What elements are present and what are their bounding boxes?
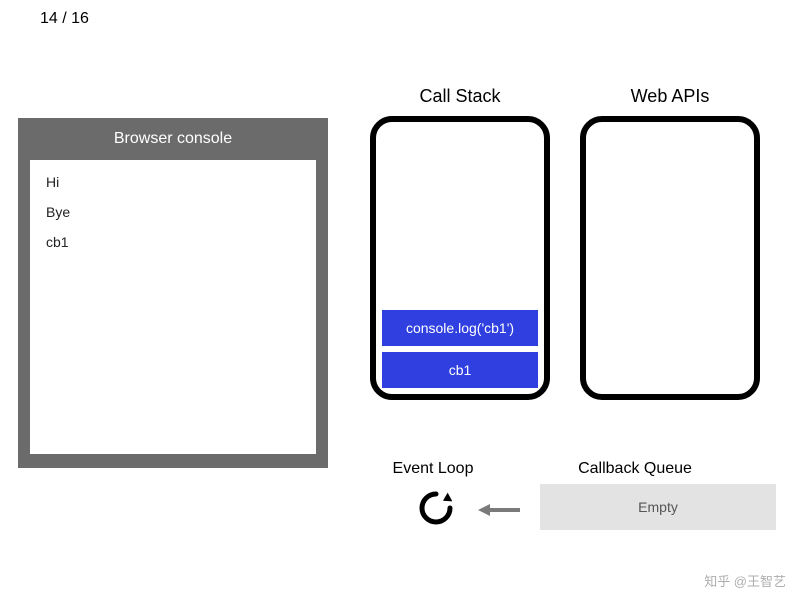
web-apis-label: Web APIs bbox=[580, 86, 760, 107]
callback-queue-label: Callback Queue bbox=[560, 460, 710, 478]
console-line: cb1 bbox=[46, 234, 300, 250]
event-loop-label: Event Loop bbox=[378, 460, 488, 478]
browser-console-panel: Browser console Hi Bye cb1 bbox=[18, 118, 328, 468]
web-apis-box bbox=[580, 116, 760, 400]
console-title: Browser console bbox=[30, 118, 316, 160]
stack-frame: console.log('cb1') bbox=[382, 310, 538, 346]
stack-frame: cb1 bbox=[382, 352, 538, 388]
watermark: 知乎 @王智艺 bbox=[704, 571, 786, 590]
callback-queue-status: Empty bbox=[638, 499, 678, 515]
console-line: Hi bbox=[46, 174, 300, 190]
page-counter: 14 / 16 bbox=[40, 10, 89, 28]
call-stack-label: Call Stack bbox=[370, 86, 550, 107]
console-output: Hi Bye cb1 bbox=[30, 160, 316, 454]
callback-queue-box: Empty bbox=[540, 484, 776, 530]
arrow-left-icon bbox=[478, 500, 522, 525]
event-loop-icon bbox=[418, 490, 454, 531]
console-line: Bye bbox=[46, 204, 300, 220]
call-stack-box: cb1 console.log('cb1') bbox=[370, 116, 550, 400]
